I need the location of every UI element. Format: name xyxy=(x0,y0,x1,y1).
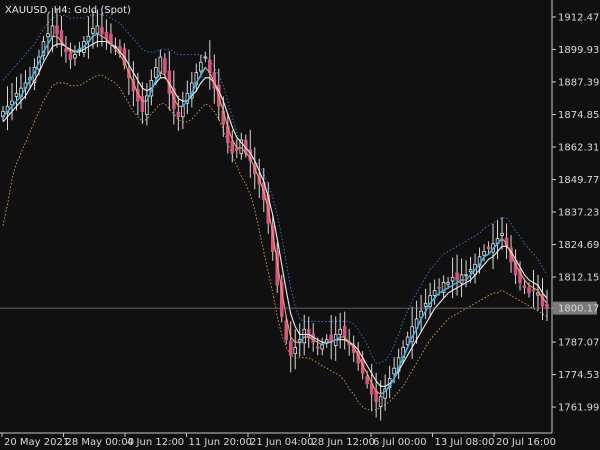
candle-body[interactable] xyxy=(536,292,540,296)
x-tick-label: 20 Jul 16:00 xyxy=(496,437,556,448)
candle-body[interactable] xyxy=(338,328,342,335)
candle-body[interactable] xyxy=(392,367,396,375)
candle-body[interactable] xyxy=(199,61,203,72)
candle-body[interactable] xyxy=(68,53,73,61)
candle-body[interactable] xyxy=(50,25,55,38)
candle-body[interactable] xyxy=(95,25,100,34)
candle-body[interactable] xyxy=(284,320,289,341)
candle-body[interactable] xyxy=(342,325,347,338)
candle-body[interactable] xyxy=(500,232,504,236)
candle-body[interactable] xyxy=(455,272,459,281)
x-tick-label: 11 Jun 20:00 xyxy=(189,437,253,448)
y-tick-label: 1812.15 xyxy=(558,273,599,284)
candle-body[interactable] xyxy=(315,346,320,349)
candle-body[interactable] xyxy=(158,56,163,73)
current-price-label: 1800.17 xyxy=(558,304,599,315)
candle-body[interactable] xyxy=(235,147,239,151)
candle-body[interactable] xyxy=(91,28,95,34)
candle-body[interactable] xyxy=(423,302,428,307)
y-tick-label: 1774.53 xyxy=(558,370,599,381)
price-chart[interactable]: 1912.47 1899.93 1887.39 1874.85 1862.31 1849.… xyxy=(0,0,600,450)
candle-body[interactable] xyxy=(464,274,468,277)
candle-body[interactable] xyxy=(320,344,324,350)
x-tick-label: 13 Jul 08:00 xyxy=(435,437,495,448)
candle-body[interactable] xyxy=(55,25,59,35)
y-tick-label: 1862.31 xyxy=(558,142,599,153)
candle-body[interactable] xyxy=(46,33,50,38)
candle-body[interactable] xyxy=(163,58,167,73)
y-tick-label: 1787.07 xyxy=(558,338,599,349)
candle-body[interactable] xyxy=(365,376,369,385)
x-tick-label: 4 Jun 12:00 xyxy=(127,437,184,448)
candle-body[interactable] xyxy=(378,396,383,407)
candle-body[interactable] xyxy=(64,48,68,53)
x-tick-label: 20 May 2021 xyxy=(4,437,69,448)
y-tick-label: 1761.99 xyxy=(558,403,599,414)
candle-body[interactable] xyxy=(181,105,185,118)
candle-body[interactable] xyxy=(288,340,293,356)
candle-body[interactable] xyxy=(522,285,527,289)
candle-body[interactable] xyxy=(432,289,437,296)
candle-body[interactable] xyxy=(482,251,486,256)
candle-body[interactable] xyxy=(450,277,455,282)
candle-body[interactable] xyxy=(100,27,104,35)
y-tick-label: 1849.77 xyxy=(558,175,599,186)
y-tick-label: 1912.47 xyxy=(558,12,599,23)
y-tick-label: 1837.23 xyxy=(558,208,599,219)
candle-body[interactable] xyxy=(437,286,441,289)
y-tick-label: 1824.69 xyxy=(558,240,599,251)
candle-body[interactable] xyxy=(446,282,450,285)
candle-body[interactable] xyxy=(176,111,181,118)
candle-body[interactable] xyxy=(486,246,491,250)
candle-body[interactable] xyxy=(527,287,531,294)
y-tick-label: 1899.93 xyxy=(558,45,599,56)
y-tick-label: 1874.85 xyxy=(558,110,599,121)
x-tick-label: 6 Jul 00:00 xyxy=(373,437,427,448)
x-tick-label: 21 Jun 04:00 xyxy=(250,437,314,448)
x-tick-label: 28 Jun 12:00 xyxy=(312,437,376,448)
x-tick-label: 28 May 00:00 xyxy=(66,437,135,448)
candle-body[interactable] xyxy=(154,67,158,78)
symbol-title: XAUUSD, H4: Gold (Spot) xyxy=(5,5,131,16)
candle-body[interactable] xyxy=(203,56,208,59)
y-tick-label: 1887.39 xyxy=(558,77,599,88)
candle-body[interactable] xyxy=(293,347,298,355)
candle-body[interactable] xyxy=(459,274,464,284)
candle-body[interactable] xyxy=(306,328,311,338)
candle-body[interactable] xyxy=(531,289,536,292)
candle-body[interactable] xyxy=(230,140,235,154)
candle-body[interactable] xyxy=(14,92,19,97)
chart-background xyxy=(0,0,600,450)
candle-body[interactable] xyxy=(302,328,307,344)
candle-body[interactable] xyxy=(73,54,77,59)
candle-body[interactable] xyxy=(468,269,473,273)
